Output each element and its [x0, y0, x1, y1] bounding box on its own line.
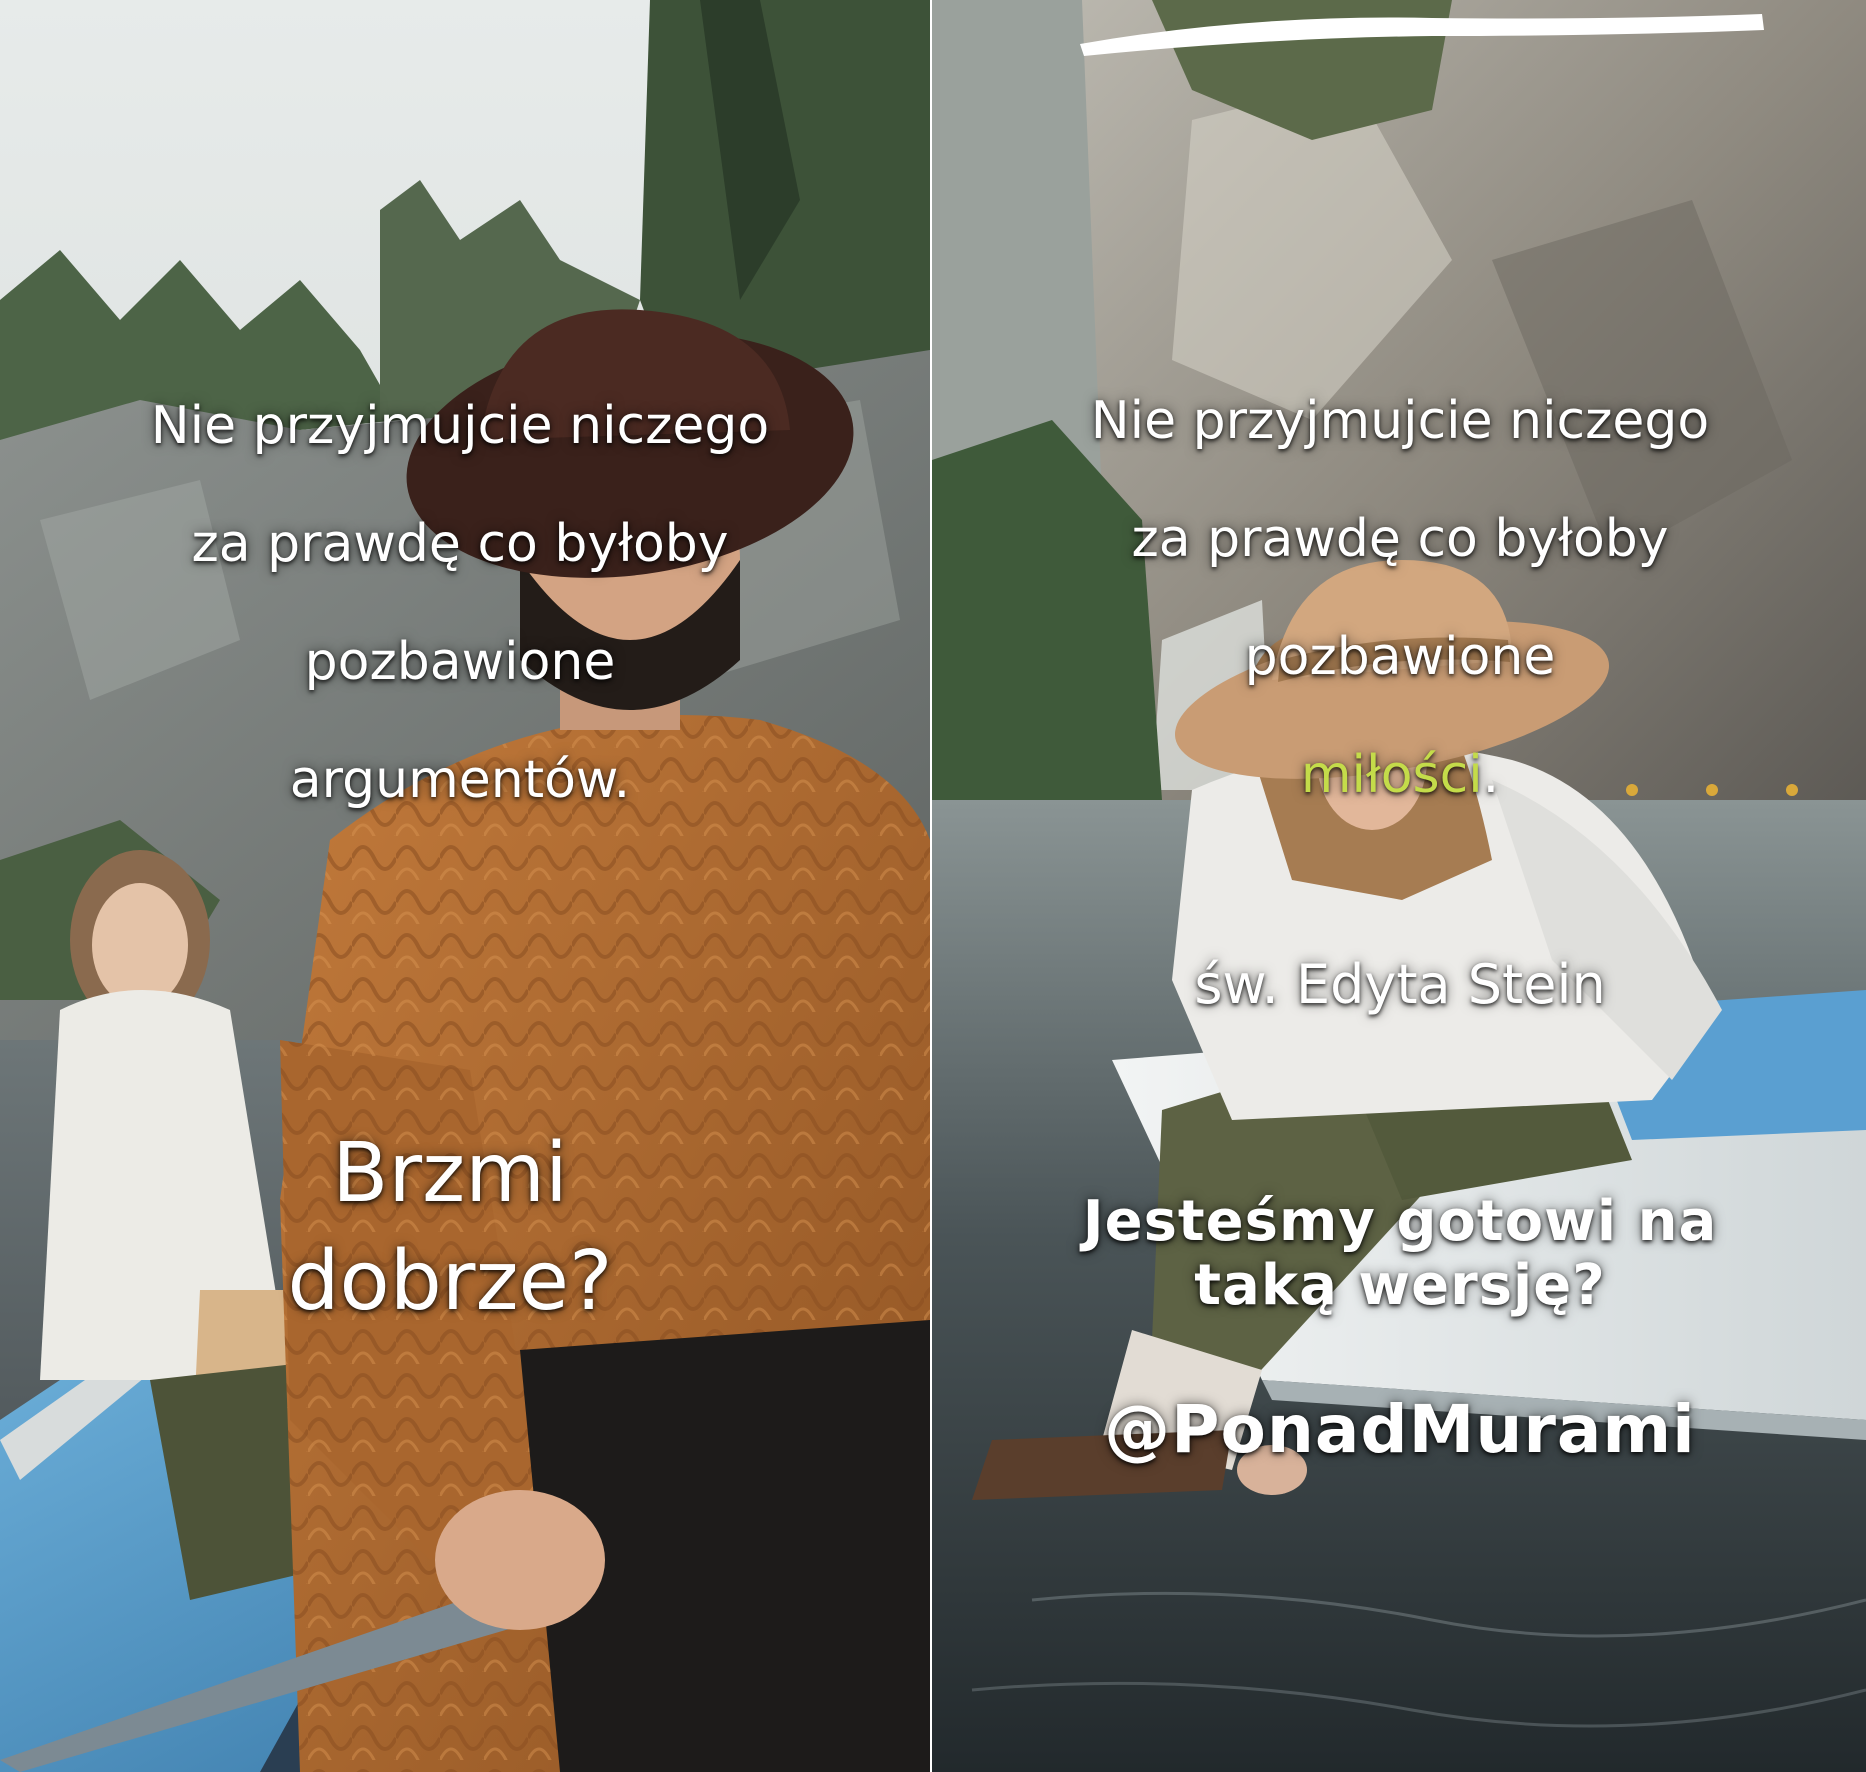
cta-caption: Jesteśmy gotowi na taką wersję?: [960, 1190, 1840, 1318]
highlight-punct: .: [1482, 745, 1500, 805]
quote-line: Nie przyjmujcie niczego: [1090, 391, 1710, 451]
quote-line: pozbawione: [1244, 627, 1556, 687]
quote-line: Nie przyjmujcie niczego: [150, 396, 770, 456]
quote-line: za prawdę co byłoby: [191, 514, 729, 574]
author-caption: św. Edyta Stein: [1194, 953, 1606, 1016]
meme-collage: Nie przyjmujcie niczego za prawdę co był…: [0, 0, 1866, 1772]
question-line: dobrze?: [287, 1234, 613, 1329]
right-photo: [932, 0, 1866, 1772]
brush-underline: [1080, 14, 1764, 56]
quote-line-highlight: miłości.: [960, 716, 1840, 834]
cta-line: Jesteśmy gotowi na: [1082, 1189, 1718, 1254]
question-line: Brzmi: [332, 1126, 568, 1221]
quote-line: za prawdę co byłoby: [1131, 509, 1669, 569]
left-photo: [0, 0, 930, 1772]
quote-line: pozbawione: [304, 632, 616, 692]
quote-line: argumentów.: [289, 750, 631, 810]
highlight-word: miłości: [1300, 745, 1483, 805]
right-photo-panel: Nie przyjmujcie niczego za prawdę co był…: [932, 0, 1866, 1772]
left-question-caption: Brzmi dobrze?: [200, 1120, 700, 1336]
handle-caption: @PonadMurami: [1104, 1391, 1696, 1468]
left-quote-caption: Nie przyjmujcie niczego za prawdę co był…: [40, 367, 880, 839]
right-quote-caption: Nie przyjmujcie niczego za prawdę co był…: [960, 362, 1840, 834]
left-photo-panel: Nie przyjmujcie niczego za prawdę co był…: [0, 0, 930, 1772]
cta-line: taką wersję?: [1194, 1253, 1606, 1318]
